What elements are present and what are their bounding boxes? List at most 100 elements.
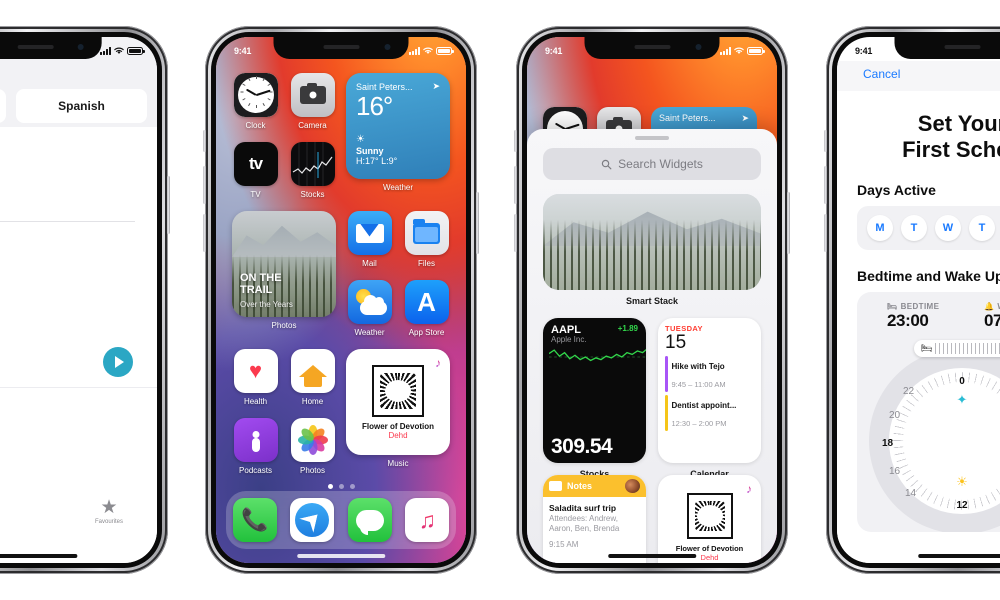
app-icon-weather[interactable]: Weather	[346, 280, 393, 337]
weather-widget-body: Saint Peters... ➤ 16° ☀ Sunny H:17° L:9°	[346, 73, 450, 179]
event-text: Hike with Tejo 9:45 – 11:00 AM	[672, 356, 726, 392]
page-dots[interactable]	[216, 484, 466, 489]
days-active-selector: M T W T F	[857, 205, 1000, 250]
phone-home-screen: 9:41 Clock Camera Saint Peters... ➤ 16° …	[203, 26, 479, 574]
page-dot[interactable]	[349, 484, 355, 489]
notch	[584, 37, 720, 59]
phone-screen-translate: 9:41 Spanish to meet you ado de rte!	[0, 37, 157, 563]
phone-screen-bedtime: 9:41 Cancel Set Your First Sched Days Ac…	[837, 37, 1000, 563]
divider-2	[0, 387, 157, 388]
mute-switch[interactable]	[514, 130, 517, 152]
app-label: Mail	[362, 259, 377, 268]
event-time: 9:45 – 11:00 AM	[671, 379, 726, 389]
app-icon-camera[interactable]: Camera	[289, 73, 336, 130]
notch	[894, 37, 1000, 59]
widget-option-calendar[interactable]: TUESDAY 15 Hike with Tejo 9:45 – 11:00 A…	[658, 318, 761, 489]
app-icon-clock[interactable]: Clock	[232, 73, 279, 130]
power-button[interactable]	[787, 192, 790, 254]
mute-switch[interactable]	[203, 130, 206, 152]
photos-widget[interactable]: ON THE TRAIL Over the Years Photos	[232, 211, 336, 337]
home-icon	[290, 349, 335, 393]
bell-icon: 🔔	[984, 301, 995, 311]
music-track-title: Flower of Devotion	[362, 421, 434, 431]
volume-down-button[interactable]	[514, 214, 517, 252]
sparkle-icon: ✦	[956, 391, 968, 407]
stock-change: +1.89	[617, 324, 638, 333]
app-icon-health[interactable]: ♥ Health	[232, 349, 279, 406]
home-indicator[interactable]	[608, 554, 696, 558]
smart-stack-caption: Smart Stack	[625, 296, 679, 306]
home-indicator[interactable]	[0, 554, 78, 558]
earpiece-speaker	[323, 45, 359, 49]
home-indicator[interactable]	[297, 554, 385, 558]
app-icon-files[interactable]: Files	[403, 211, 450, 268]
page-dot[interactable]	[327, 484, 333, 489]
language-left-button[interactable]	[0, 89, 6, 123]
smart-stack-image	[543, 194, 761, 290]
power-button[interactable]	[476, 192, 479, 254]
mute-switch[interactable]	[824, 130, 827, 152]
bedtime-column: 🛏 BEDTIME 23:00	[865, 302, 962, 331]
volume-down-button[interactable]	[824, 214, 827, 252]
cellular-signal-icon	[720, 47, 731, 55]
title-line-2: First Sched	[902, 137, 1000, 163]
title-line-1: Set Your	[917, 111, 1000, 136]
wifi-icon	[734, 47, 744, 54]
phone-icon[interactable]: 📞	[232, 498, 277, 542]
app-icon-stocks[interactable]: Stocks	[289, 142, 336, 199]
app-icon-photos[interactable]: Photos	[289, 418, 336, 475]
files-icon	[404, 211, 449, 255]
stock-company: Apple Inc.	[551, 335, 587, 344]
search-input[interactable]: Search Widgets	[543, 148, 761, 180]
cellular-signal-icon	[409, 47, 420, 55]
album-art	[372, 364, 424, 417]
app-icon-tv[interactable]: tv TV	[232, 142, 279, 199]
translate-body: to meet you ado de rte! xt ★ Favourites	[0, 129, 157, 563]
day-toggle-wed[interactable]: W	[935, 214, 961, 241]
music-artist: Dehd	[700, 553, 719, 563]
smart-stack-preview[interactable]	[543, 194, 761, 290]
messages-icon[interactable]	[347, 498, 392, 542]
volume-up-button[interactable]	[824, 166, 827, 204]
status-time: 9:41	[855, 46, 873, 56]
language-right-button[interactable]: Spanish	[16, 89, 147, 123]
cancel-button[interactable]: Cancel	[863, 67, 900, 81]
day-toggle-mon[interactable]: M	[867, 214, 893, 241]
play-button[interactable]	[103, 347, 133, 377]
app-icon-home[interactable]: Home	[289, 349, 336, 406]
widget-gallery-sheet: Search Widgets Smart Stack AAPL +1.89 Ap	[527, 129, 777, 563]
weather-temperature: 16°	[356, 91, 393, 121]
widget-option-music[interactable]: ♪ Flower of Devotion Dehd Music Recently…	[658, 474, 761, 563]
app-icon-podcasts[interactable]: Podcasts	[232, 418, 279, 475]
wifi-icon	[114, 47, 124, 54]
page-dot[interactable]	[338, 484, 344, 489]
stock-value: 309.54	[551, 434, 613, 458]
safari-icon[interactable]	[290, 498, 335, 542]
apple-music-icon[interactable]: ♫	[405, 498, 450, 542]
volume-up-button[interactable]	[203, 166, 206, 204]
volume-up-button[interactable]	[514, 166, 517, 204]
day-toggle-tue[interactable]: T	[901, 214, 927, 241]
clock-icon	[233, 73, 278, 117]
favourites-tab[interactable]: ★ Favourites	[95, 498, 123, 525]
event-title: Dentist appoint...	[671, 400, 737, 410]
music-widget[interactable]: ♪ Flower of Devotion Dehd Music	[346, 349, 450, 475]
app-label: Clock	[245, 121, 266, 130]
home-indicator[interactable]	[918, 554, 1000, 558]
day-toggle-thu[interactable]: T	[969, 214, 995, 241]
app-icon-mail[interactable]: Mail	[346, 211, 393, 268]
power-button[interactable]	[167, 176, 170, 234]
weather-widget[interactable]: Saint Peters... ➤ 16° ☀ Sunny H:17° L:9°…	[346, 73, 450, 199]
phone-translate: 9:41 Spanish to meet you ado de rte!	[0, 26, 170, 574]
sleep-schedule-dial[interactable]: 🛏 0 2 22 20 18 16 14 12 10 ✦ ☀	[869, 339, 1000, 532]
sheet-grabber[interactable]	[635, 136, 669, 140]
photos-widget-caption: Photos	[271, 321, 297, 330]
widget-row-1: AAPL +1.89 Apple Inc. 309.54 Stocks Watc…	[543, 318, 761, 489]
widget-option-notes[interactable]: Notes Saladita surf trip Attendees: Andr…	[543, 474, 646, 563]
app-icon-app-store[interactable]: A App Store	[403, 280, 450, 337]
status-indicators	[100, 47, 145, 55]
widget-option-stocks[interactable]: AAPL +1.89 Apple Inc. 309.54 Stocks Watc…	[543, 318, 646, 489]
bedtime-body: Set Your First Sched Days Active M T W T…	[837, 91, 1000, 563]
volume-down-button[interactable]	[203, 214, 206, 252]
bedtime-handle[interactable]: 🛏	[914, 339, 1000, 357]
